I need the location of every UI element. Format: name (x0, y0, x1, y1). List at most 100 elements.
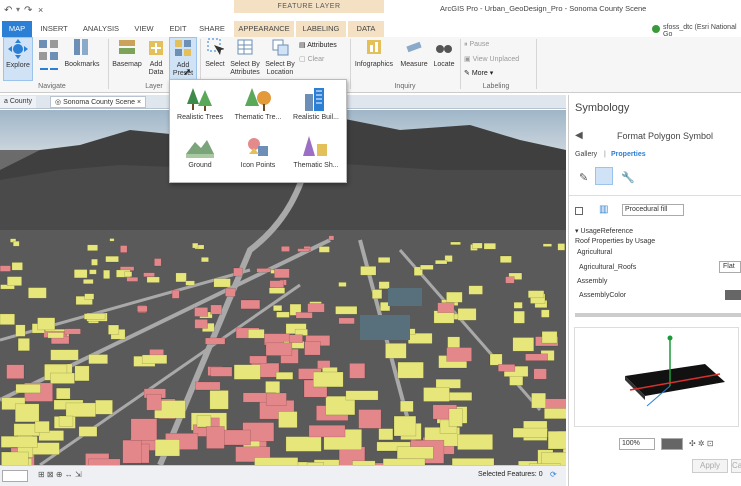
user-account[interactable]: sfoss_dtc (Esri National Go (663, 24, 741, 38)
building-block (95, 399, 113, 415)
preset-ground[interactable]: Ground (172, 134, 228, 169)
brush-icon[interactable]: ✎ (579, 171, 588, 184)
preset-thematic-trees[interactable]: Thematic Tre... (230, 86, 286, 121)
building-block (400, 400, 414, 412)
back-arrow-icon[interactable]: ◀ (575, 130, 583, 141)
building-block (297, 248, 310, 252)
usage-reference-header[interactable]: ▾ UsageReference (575, 227, 633, 235)
navigation-tools-icon[interactable] (38, 39, 60, 75)
layer-type-value: Procedural fill (625, 206, 668, 213)
apply-button[interactable]: Apply (692, 459, 728, 473)
usage-reference-label: UsageReference (580, 228, 633, 235)
measure-button[interactable]: Measure (398, 37, 430, 69)
building-block (435, 259, 448, 265)
select-icon (207, 38, 224, 55)
select-by-attributes-button[interactable]: Select By Attributes (228, 37, 262, 77)
layer-checkbox[interactable] (575, 207, 583, 215)
select-by-location-button[interactable]: Select By Location (263, 37, 297, 77)
clear-button[interactable]: ▢ Clear (299, 55, 324, 63)
scale-dropdown[interactable] (2, 470, 28, 482)
tab-properties[interactable]: Properties (611, 151, 646, 158)
tab-sonoma-county-map[interactable]: a County (0, 96, 37, 108)
assembly-color-swatch[interactable] (725, 290, 741, 300)
building-block (385, 343, 407, 359)
dropdown-icon[interactable]: ▾ (16, 5, 20, 14)
building-block (276, 311, 290, 318)
tab-sonoma-county-scene[interactable]: ◎ Sonoma County Scene × (50, 96, 147, 108)
tab-view[interactable]: VIEW (129, 21, 159, 37)
preset-realistic-trees[interactable]: Realistic Trees (172, 86, 228, 121)
building-block (89, 269, 97, 275)
building-block (11, 262, 23, 271)
preset-thematic-shapes[interactable]: Thematic Sh... (288, 134, 344, 169)
pane-subtitle: Format Polygon Symbol (617, 131, 714, 141)
layers-icon[interactable] (595, 167, 613, 185)
redo-icon[interactable]: ↷ (24, 5, 32, 16)
bookmarks-label: Bookmarks (64, 61, 100, 68)
building-block (205, 337, 226, 345)
bookmarks-button[interactable]: Bookmarks (63, 37, 101, 69)
building-block (28, 287, 47, 299)
building-block (91, 258, 98, 266)
building-block (171, 289, 180, 299)
layer-type-dropdown[interactable]: Procedural fill (622, 204, 684, 216)
refresh-icon[interactable]: ⟳ (550, 470, 557, 479)
building-block (513, 301, 523, 309)
view-unplaced-button[interactable]: ▣ View Unplaced (464, 55, 519, 63)
building-block (295, 312, 313, 319)
building-block (83, 279, 94, 285)
building-block (338, 317, 355, 325)
attributes-button[interactable]: ▤ Attributes (299, 41, 337, 49)
tab-appearance[interactable]: APPEARANCE (234, 21, 294, 37)
tab-gallery[interactable]: Gallery (575, 151, 597, 158)
select-button[interactable]: Select (202, 37, 228, 69)
background-color-picker[interactable] (661, 438, 683, 450)
explore-button[interactable]: Explore (3, 37, 33, 81)
tab-share[interactable]: SHARE (196, 21, 228, 37)
preset-gallery-dropdown: Realistic Trees Thematic Tre... Realisti… (169, 79, 347, 183)
agricultural-roofs-label: Agricultural_Roofs (579, 264, 637, 271)
cancel-button[interactable]: Ca (731, 459, 741, 473)
building-block (56, 387, 71, 400)
divider (536, 39, 537, 89)
locate-button[interactable]: Locate (431, 37, 457, 69)
ribbon: Explore Bookmarks Navigate Basemap Add D… (0, 37, 741, 93)
add-data-button[interactable]: Add Data (144, 37, 168, 77)
preview-tool-icons[interactable]: ✣ ✲ ⊡ (689, 439, 714, 448)
table-icon (237, 39, 253, 55)
tab-insert[interactable]: INSERT (36, 21, 72, 37)
zoom-dropdown[interactable]: 100% (619, 438, 655, 450)
tab-analysis[interactable]: ANALYSIS (78, 21, 124, 37)
select-by-attributes-label: Select By Attributes (230, 61, 260, 76)
roof-type-dropdown[interactable]: Flat (719, 261, 741, 273)
infographics-button[interactable]: Infographics (352, 37, 396, 69)
basemap-icon (119, 40, 135, 54)
clear-icon: ▢ (299, 56, 308, 63)
procedural-icon: ▥ (599, 204, 609, 215)
basemap-button[interactable]: Basemap (111, 37, 143, 69)
title-bar: ↶ ▾ ↷ × FEATURE LAYER ArcGIS Pro - Urban… (0, 0, 741, 22)
close-icon[interactable]: × (135, 99, 141, 106)
undo-icon[interactable]: ↶ (4, 5, 12, 16)
building-block (541, 309, 550, 318)
building-block (313, 371, 344, 388)
status-tool-icons[interactable]: ⊞ ⊠ ⊕ ↔ ⇲ (38, 470, 82, 479)
more-button[interactable]: ✎ More ▾ (464, 69, 493, 77)
building-block (192, 242, 199, 249)
divider (460, 39, 461, 89)
building-block (420, 264, 434, 270)
preset-icon-points[interactable]: Icon Points (230, 134, 286, 169)
tab-map[interactable]: MAP (2, 21, 32, 37)
building-block (304, 341, 321, 356)
pause-button[interactable]: ⏸ Pause (464, 41, 489, 49)
tab-data[interactable]: DATA (348, 21, 384, 37)
building-block (6, 364, 25, 379)
building-block (50, 349, 79, 361)
wrench-icon[interactable]: 🔧 (621, 171, 635, 184)
preset-realistic-buildings[interactable]: Realistic Buil... (288, 86, 344, 121)
building-block (105, 255, 119, 263)
tab-labeling[interactable]: LABELING (296, 21, 346, 37)
close-icon[interactable]: × (38, 5, 43, 15)
tab-edit[interactable]: EDIT (164, 21, 192, 37)
scrollbar[interactable] (575, 313, 741, 317)
